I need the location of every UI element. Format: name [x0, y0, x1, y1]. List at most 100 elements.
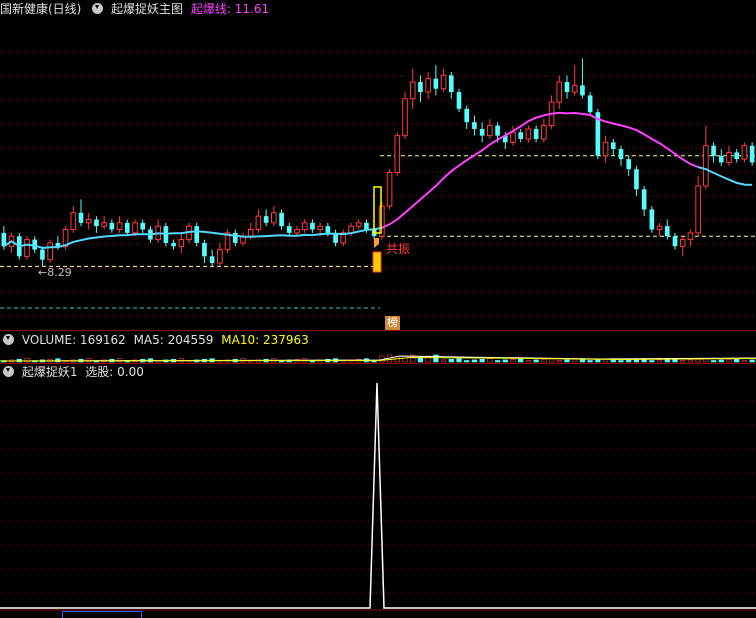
volume-bar [572, 358, 578, 363]
ma-line-before [3, 226, 383, 250]
price-chart-pane[interactable]: 国新健康(日线) 起爆捉妖主图 起爆线: 11.61 ←8.29 共振 榜 [0, 0, 756, 331]
candle-body-up [132, 222, 138, 234]
candle-body-down [495, 125, 500, 136]
candle-body-up [440, 74, 447, 90]
signal-flag [372, 251, 382, 273]
indicator-pane-name[interactable]: 起爆捉妖1 [22, 365, 78, 379]
candle-body-down [209, 256, 215, 264]
volume-bar [487, 358, 493, 363]
volume-bar [440, 359, 447, 363]
candle-body-down [634, 169, 639, 190]
volume-bar [726, 358, 732, 363]
candle-body-up [741, 145, 748, 160]
candle-body-down [364, 222, 369, 230]
volume-bar [525, 360, 532, 363]
volume-bar [741, 360, 748, 363]
volume-pane[interactable]: VOLUME: 169162 MA5: 204559 MA10: 237963 [0, 331, 756, 363]
indicator-name[interactable]: 起爆捉妖主图 [111, 2, 183, 16]
candle-body-down [472, 122, 477, 129]
candle-body-down [464, 108, 470, 123]
volume-bar [656, 359, 663, 363]
candle-body-up [217, 249, 223, 264]
volume-dropdown-icon[interactable] [3, 334, 14, 345]
candle-body-down [734, 152, 740, 160]
pointer-icon [374, 238, 379, 248]
volume-bar [502, 359, 508, 363]
volume-bar [564, 359, 570, 363]
candle-body-up [85, 218, 92, 224]
candle-body-up [116, 222, 123, 231]
candle-body-up [70, 212, 77, 231]
candle-body-down [279, 212, 284, 227]
candle-body-up [317, 225, 323, 231]
volume-bar [541, 358, 547, 363]
candle-body-down [109, 222, 115, 230]
candle-body-down [626, 159, 632, 170]
candle-body-down [618, 149, 624, 160]
candle-body-down [310, 222, 315, 230]
candle-body-up [571, 84, 578, 93]
candle-body-down [448, 75, 454, 93]
candle-body-down [263, 216, 269, 223]
indicator-pane-dropdown-icon[interactable] [3, 366, 14, 377]
candle-body-down [286, 226, 292, 233]
candle-body-down [587, 95, 593, 113]
volume-bar [556, 360, 562, 363]
candle-body-up [703, 145, 709, 187]
candle-body-up [178, 239, 185, 247]
candle-body-up [394, 135, 401, 174]
candle-body-up [487, 125, 493, 137]
candle-body-up [355, 222, 362, 227]
volume-bar [595, 359, 601, 363]
candle-body-down [518, 132, 524, 139]
volume-ma5: MA5: 204559 [133, 333, 214, 347]
candle-body-down [40, 249, 45, 260]
volume-ma10: MA10: 237963 [221, 333, 309, 347]
volume-bar [687, 359, 694, 363]
candle-body-up [687, 232, 694, 241]
candle-body-up [556, 81, 563, 103]
candle-body-down [94, 219, 99, 227]
candle-body-down [711, 145, 716, 156]
volume-bar [402, 355, 408, 363]
volume-bar [587, 360, 593, 363]
volume-bar [448, 358, 454, 363]
volume-bar [626, 359, 632, 363]
stock-title: 国新健康(日线) [0, 2, 82, 16]
volume-bar [649, 360, 655, 363]
candle-body-up [602, 141, 609, 157]
candle-body-up [47, 242, 53, 261]
candle-body-down [649, 209, 655, 230]
candle-body-down [418, 82, 423, 93]
volume-bar [718, 359, 724, 363]
candle-body-up [409, 81, 416, 100]
rank-badge[interactable]: 榜 [385, 316, 400, 330]
volume-pane-header: VOLUME: 169162 MA5: 204559 MA10: 237963 [0, 331, 313, 349]
candle-body-up [402, 98, 408, 137]
candle-body-down [533, 128, 539, 139]
candle-body-down [456, 92, 462, 109]
price-chart-canvas[interactable] [0, 0, 756, 331]
candle-body-up [379, 205, 385, 237]
indicator-pane-header: 起爆捉妖1 选股: 0.00 [0, 363, 148, 381]
candle-body-up [301, 222, 308, 231]
candle-body-down [325, 226, 331, 233]
candle-body-down [580, 85, 585, 96]
volume-bar [533, 359, 539, 363]
candle-body-down [202, 242, 207, 257]
candle-body-down [78, 212, 84, 223]
candle-body-down [749, 145, 755, 163]
indicator-chart-canvas[interactable] [0, 363, 756, 617]
candle-body-down [672, 236, 678, 247]
volume-bar [510, 358, 516, 363]
signal-label: 共振 [386, 242, 411, 256]
candle-body-up [510, 131, 516, 143]
candle-body-up [726, 151, 732, 163]
candle-body-down [610, 142, 616, 150]
candle-body-up [271, 212, 277, 224]
indicator-dropdown-icon[interactable] [92, 3, 104, 14]
volume-bar [24, 358, 30, 363]
indicator-pane[interactable]: 起爆捉妖1 选股: 0.00 [0, 363, 756, 617]
candle-body-up [247, 229, 254, 237]
candle-body-up [386, 172, 393, 207]
